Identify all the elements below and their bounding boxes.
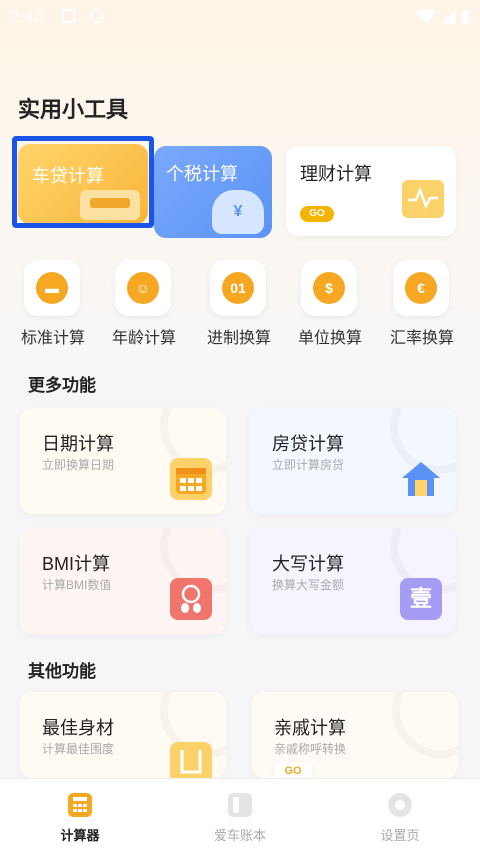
coin-icon: $ — [301, 260, 357, 316]
card-subtitle: 计算BMI数值 — [42, 578, 112, 592]
income-tax-card[interactable]: 个税计算 ¥ — [154, 146, 272, 238]
card-subtitle: 立即换算日期 — [42, 458, 115, 472]
finance-label: 理财计算 — [300, 164, 372, 184]
card-title: 亲戚计算 — [274, 718, 346, 738]
status-right-icons — [414, 8, 470, 31]
house-icon — [400, 458, 442, 500]
tool-label: 标准计算 — [20, 330, 85, 347]
relative-go-badge: GO — [274, 762, 312, 778]
best-figure-card[interactable]: 最佳身材 计算最佳围度 — [20, 692, 226, 778]
tool-label: 单位换算 — [297, 330, 362, 347]
person-icon: ☺ — [115, 260, 171, 316]
mortgage-calc-card[interactable]: 房贷计算 立即计算房贷 — [250, 408, 456, 514]
tool-exchange[interactable]: € 汇率换算 — [381, 256, 463, 348]
app-notification-icon — [90, 9, 104, 23]
card-title: 日期计算 — [42, 434, 114, 454]
wifi-battery-icon — [416, 9, 469, 24]
relative-calc-card[interactable]: 亲戚计算 亲戚称呼转换 GO — [252, 692, 458, 778]
date-calc-card[interactable]: 日期计算 立即换算日期 — [20, 408, 226, 514]
card-title: BMI计算 — [42, 554, 111, 574]
bmi-calc-card[interactable]: BMI计算 计算BMI数值 — [20, 528, 226, 634]
scale-icon — [170, 578, 212, 620]
calculator-icon: ▬ — [24, 260, 80, 316]
card-subtitle: 换算大写金额 — [272, 578, 345, 592]
card-subtitle: 亲戚称呼转换 — [274, 742, 347, 756]
bottom-tab-bar: 计算器 爱车账本 设置页 — [0, 778, 480, 855]
binary-icon: 01 — [210, 260, 266, 316]
body-shape-icon — [170, 742, 212, 778]
money-bag-icon: ¥ — [212, 190, 264, 234]
capital-calc-card[interactable]: 大写计算 换算大写金额 壹 — [250, 528, 456, 634]
tool-standard[interactable]: ▬ 标准计算 — [12, 256, 94, 348]
calculator-tab-icon — [68, 793, 92, 817]
card-title: 最佳身材 — [42, 718, 114, 738]
tab-label: 爱车账本 — [213, 828, 266, 843]
tool-age[interactable]: ☺ 年龄计算 — [103, 256, 185, 348]
euro-icon: € — [393, 260, 449, 316]
selection-highlight — [12, 136, 154, 228]
tab-car-ledger[interactable]: 爱车账本 — [160, 779, 320, 855]
notification-icon — [62, 9, 76, 23]
tool-label: 年龄计算 — [111, 330, 176, 347]
finance-card[interactable]: 理财计算 GO — [286, 146, 456, 236]
more-features-title: 更多功能 — [28, 376, 96, 395]
status-time: 2:40 — [10, 7, 44, 26]
other-features-title: 其他功能 — [28, 662, 96, 681]
ledger-tab-icon — [228, 793, 252, 817]
tab-settings[interactable]: 设置页 — [320, 779, 480, 855]
tool-base[interactable]: 01 进制换算 — [198, 256, 280, 348]
tool-unit[interactable]: $ 单位换算 — [289, 256, 371, 348]
status-bar: 2:40 — [0, 0, 480, 34]
income-tax-label: 个税计算 — [166, 164, 238, 184]
finance-go-badge: GO — [300, 206, 334, 222]
tab-label: 计算器 — [60, 828, 100, 843]
card-subtitle: 立即计算房贷 — [272, 458, 345, 472]
gear-tab-icon — [388, 793, 412, 817]
tool-label: 进制换算 — [206, 330, 271, 347]
page-title: 实用小工具 — [18, 97, 129, 122]
tool-label: 汇率换算 — [389, 330, 454, 347]
finance-chart-icon — [402, 180, 444, 218]
calendar-icon — [170, 458, 212, 500]
card-title: 房贷计算 — [272, 434, 344, 454]
capital-number-icon: 壹 — [400, 578, 442, 620]
tab-calculator[interactable]: 计算器 — [0, 779, 160, 855]
card-title: 大写计算 — [272, 554, 344, 574]
tab-label: 设置页 — [380, 828, 420, 843]
card-subtitle: 计算最佳围度 — [42, 742, 115, 756]
